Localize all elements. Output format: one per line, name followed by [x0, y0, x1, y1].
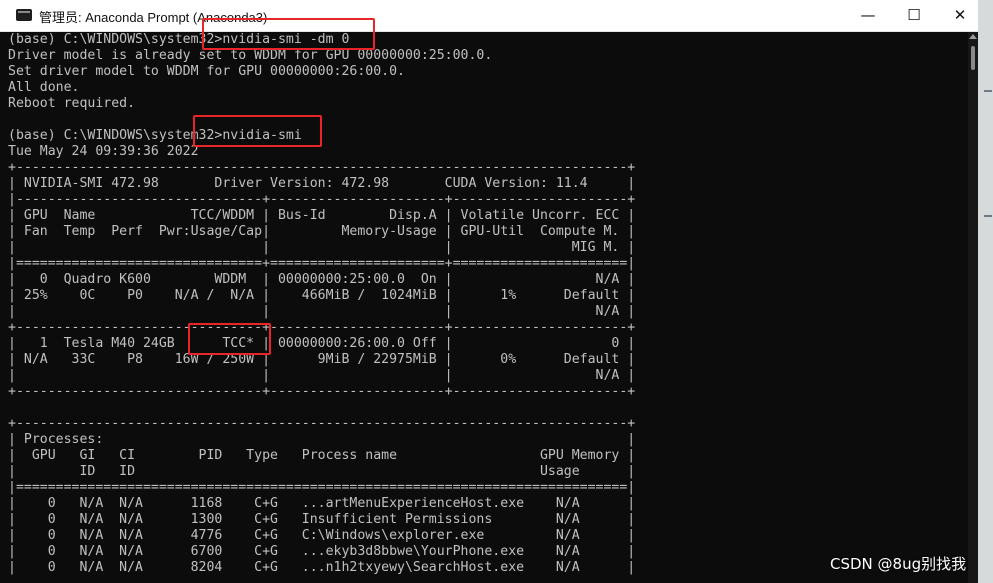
- maximize-button[interactable]: ☐: [892, 0, 936, 31]
- terminal-line: Reboot required.: [8, 96, 136, 111]
- watermark: CSDN @8ug别找我: [830, 555, 967, 573]
- terminal-line: | 0 N/A N/A 4776 C+G C:\Windows\explorer…: [8, 528, 636, 543]
- terminal-line: |-------------------------------+-------…: [8, 192, 636, 207]
- scrollbar-thumb[interactable]: [971, 46, 975, 70]
- scroll-up-arrow-icon[interactable]: [969, 34, 977, 39]
- terminal-line: +---------------------------------------…: [8, 416, 636, 431]
- terminal-line: (base) C:\WINDOWS\system32>nvidia-smi: [8, 128, 302, 143]
- terminal-line: | N/A 33C P8 16W / 250W | 9MiB / 22975Mi…: [8, 352, 636, 367]
- terminal-line: | 25% 0C P0 N/A / N/A | 466MiB / 1024MiB…: [8, 288, 636, 303]
- terminal-line: Tue May 24 09:39:36 2022: [8, 144, 199, 159]
- terminal-output[interactable]: (base) C:\WINDOWS\system32>nvidia-smi -d…: [8, 32, 966, 583]
- terminal-line: | GPU Name TCC/WDDM | Bus-Id Disp.A | Vo…: [8, 208, 636, 223]
- background-window-edge: [978, 0, 993, 583]
- terminal-line: | | | MIG M. |: [8, 240, 636, 255]
- terminal-line: | 1 Tesla M40 24GB TCC* | 00000000:26:00…: [8, 336, 636, 351]
- title-bar[interactable]: 管理员: Anaconda Prompt (Anaconda3) — ☐ ✕: [0, 0, 978, 32]
- terminal-line: | GPU GI CI PID Type Process name GPU Me…: [8, 448, 636, 463]
- terminal-line: +---------------------------------------…: [8, 160, 636, 175]
- highlight-box-smi-command: [193, 115, 322, 147]
- background-divider: [984, 90, 992, 92]
- vertical-scrollbar[interactable]: [968, 32, 978, 583]
- terminal-line: | | | N/A |: [8, 368, 636, 383]
- terminal-line: | Fan Temp Perf Pwr:Usage/Cap| Memory-Us…: [8, 224, 636, 239]
- terminal-line: | 0 N/A N/A 8204 C+G ...n1h2txyewy\Searc…: [8, 560, 636, 575]
- terminal-line: | 0 N/A N/A 1168 C+G ...artMenuExperienc…: [8, 496, 636, 511]
- close-button[interactable]: ✕: [938, 0, 978, 31]
- terminal-line: | 0 Quadro K600 WDDM | 00000000:25:00.0 …: [8, 272, 636, 287]
- background-divider: [984, 215, 992, 217]
- terminal-line: +-------------------------------+-------…: [8, 320, 636, 335]
- terminal-line: (base) C:\WINDOWS\system32>nvidia-smi -d…: [8, 32, 350, 47]
- terminal-line: Driver model is already set to WDDM for …: [8, 48, 493, 63]
- terminal-line: +-------------------------------+-------…: [8, 384, 636, 399]
- terminal-line: | ID ID Usage |: [8, 464, 636, 479]
- minimize-button[interactable]: —: [846, 0, 890, 31]
- terminal-line: Set driver model to WDDM for GPU 0000000…: [8, 64, 405, 79]
- console-window: 管理员: Anaconda Prompt (Anaconda3) — ☐ ✕ (…: [0, 0, 978, 583]
- terminal-line: | 0 N/A N/A 6700 C+G ...ekyb3d8bbwe\Your…: [8, 544, 636, 559]
- terminal-line: All done.: [8, 80, 80, 95]
- terminal-line: | NVIDIA-SMI 472.98 Driver Version: 472.…: [8, 176, 636, 191]
- highlight-box-dm-command: [202, 18, 375, 50]
- terminal-line: | 0 N/A N/A 1300 C+G Insufficient Permis…: [8, 512, 636, 527]
- terminal-line: |=======================================…: [8, 480, 636, 495]
- terminal-line: |===============================+=======…: [8, 256, 636, 271]
- terminal-line: | | | N/A |: [8, 304, 636, 319]
- terminal-line: | Processes: |: [8, 432, 636, 447]
- terminal-app-icon: [16, 9, 32, 21]
- highlight-box-tcc-mode: [188, 323, 271, 355]
